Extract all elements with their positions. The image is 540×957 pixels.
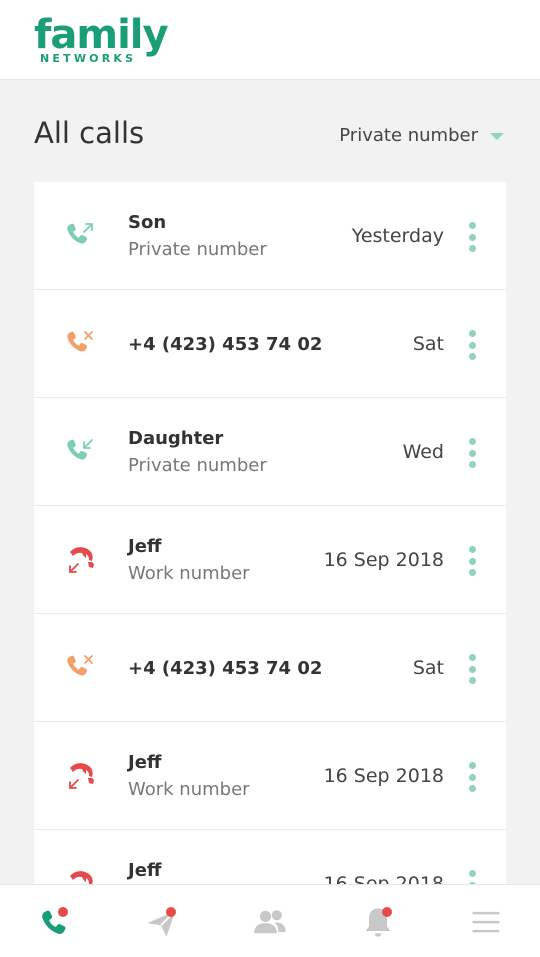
- call-text: Jeff Work number: [128, 722, 250, 830]
- caller-number-type: Private number: [128, 239, 267, 260]
- more-options-icon[interactable]: [466, 762, 478, 792]
- logo-subtitle: NETWORKS: [40, 52, 137, 65]
- caller-name: Jeff: [128, 752, 162, 773]
- phone-missed-icon: [64, 868, 96, 884]
- call-row[interactable]: +4 (423) 453 74 02 Sat: [34, 290, 506, 398]
- number-filter-dropdown[interactable]: Private number: [339, 122, 504, 148]
- call-text: Daughter Private number: [128, 398, 267, 506]
- call-text: +4 (423) 453 74 02: [128, 290, 322, 398]
- nav-contacts[interactable]: [216, 885, 324, 957]
- people-icon: [252, 904, 288, 940]
- call-list: Son Private number Yesterday +4 (423) 453 7…: [34, 182, 506, 884]
- call-text: Jeff Work number: [128, 506, 250, 614]
- notification-badge: [166, 907, 176, 917]
- more-options-icon[interactable]: [466, 870, 478, 884]
- call-date: Wed: [402, 441, 444, 463]
- more-options-icon[interactable]: [466, 438, 478, 468]
- caller-name: +4 (423) 453 74 02: [128, 333, 323, 355]
- caller-number-type: Private number: [128, 455, 267, 476]
- call-text: Son Private number: [128, 182, 267, 290]
- more-options-icon[interactable]: [466, 222, 478, 252]
- phone-missed-icon: [64, 760, 96, 792]
- phone-cancelled-icon: [64, 652, 96, 684]
- family-networks-logo: family NETWORKS: [34, 12, 174, 72]
- phone-missed-icon: [64, 544, 96, 576]
- more-options-icon[interactable]: [466, 546, 478, 576]
- app-header: family NETWORKS: [0, 0, 540, 80]
- caller-name: +4 (423) 453 74 02: [128, 657, 323, 679]
- caller-name: Daughter: [128, 428, 224, 449]
- chevron-down-icon: [490, 132, 504, 140]
- caller-number-type: Work number: [128, 563, 250, 584]
- hamburger-icon: [468, 904, 504, 940]
- nav-calls[interactable]: [0, 885, 108, 957]
- notification-badge: [58, 907, 68, 917]
- nav-notifications[interactable]: [324, 885, 432, 957]
- more-options-icon[interactable]: [466, 654, 478, 684]
- filter-label: Private number: [339, 124, 478, 146]
- call-date: Yesterday: [351, 225, 444, 247]
- caller-name: Son: [128, 212, 167, 233]
- nav-messages[interactable]: [108, 885, 216, 957]
- phone-cancelled-icon: [64, 328, 96, 360]
- call-row[interactable]: Daughter Private number Wed: [34, 398, 506, 506]
- page-title: All calls: [34, 116, 145, 150]
- call-text: JeffWork number: [128, 830, 250, 884]
- call-date: Sat: [412, 657, 444, 679]
- call-date: 16 Sep 2018: [323, 765, 444, 787]
- more-options-icon[interactable]: [466, 330, 478, 360]
- notification-badge: [382, 907, 392, 917]
- call-row[interactable]: Son Private number Yesterday: [34, 182, 506, 290]
- nav-menu[interactable]: [432, 885, 540, 957]
- caller-name: Jeff: [128, 536, 162, 557]
- call-date: 16 Sep 2018: [323, 549, 444, 571]
- call-text: +4 (423) 453 74 02: [128, 614, 322, 722]
- caller-name: Jeff: [128, 860, 162, 881]
- title-row: All calls Private number: [0, 100, 540, 168]
- call-row[interactable]: Jeff Work number 16 Sep 2018: [34, 722, 506, 830]
- call-row[interactable]: +4 (423) 453 74 02 Sat: [34, 614, 506, 722]
- call-row[interactable]: JeffWork number 16 Sep 2018: [34, 830, 506, 884]
- call-date: Sat: [412, 333, 444, 355]
- caller-number-type: Work number: [128, 779, 250, 800]
- phone-incoming-icon: [64, 436, 96, 468]
- call-row[interactable]: Jeff Work number 16 Sep 2018: [34, 506, 506, 614]
- phone-outgoing-icon: [64, 220, 96, 252]
- call-date: 16 Sep 2018: [323, 873, 444, 884]
- bottom-nav: [0, 884, 540, 957]
